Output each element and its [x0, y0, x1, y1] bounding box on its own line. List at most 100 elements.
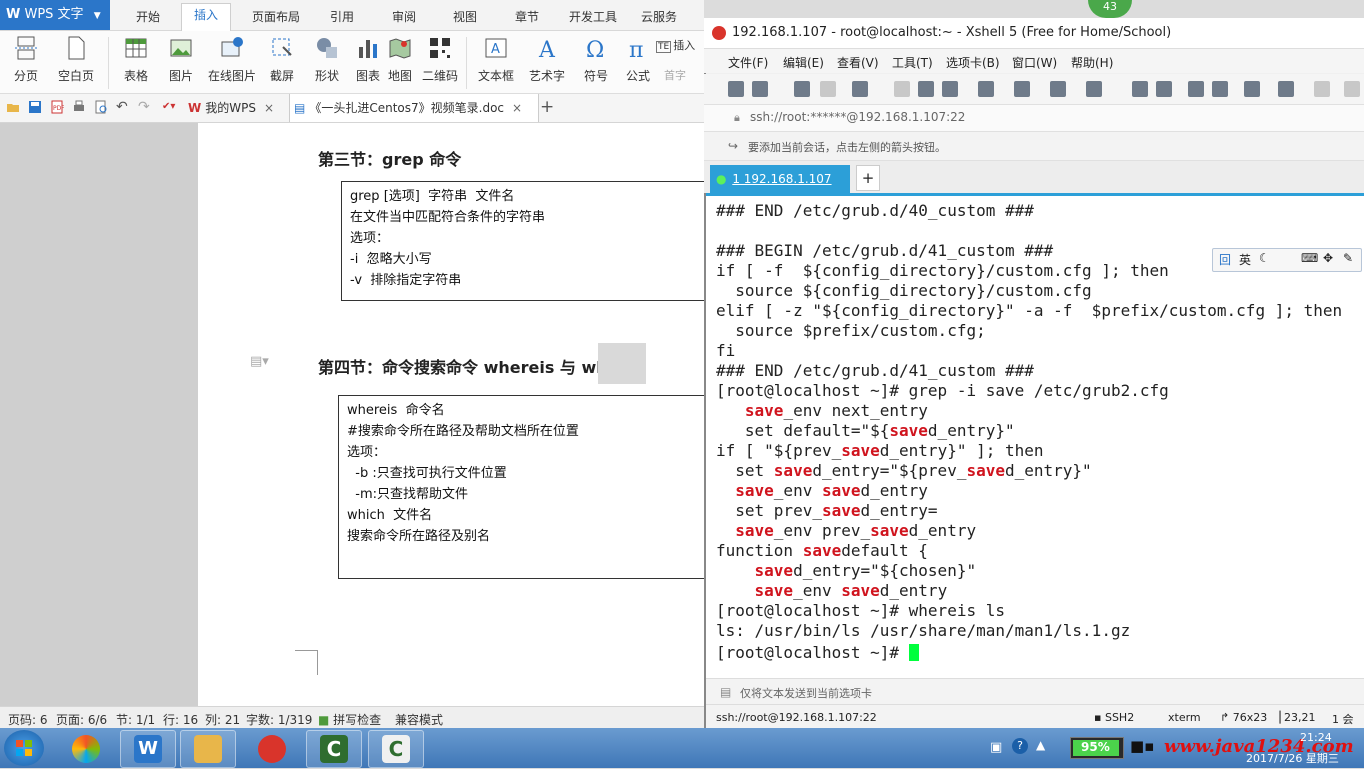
status-words[interactable]: 字数: 1/319: [246, 711, 312, 728]
taskbar-camtasia-1[interactable]: C: [306, 730, 362, 768]
tab-chapter[interactable]: 章节: [515, 8, 539, 25]
wordart-button[interactable]: A 艺术字: [521, 35, 573, 84]
tab-developer[interactable]: 开发工具: [569, 8, 617, 25]
transfer-icon[interactable]: [1014, 81, 1030, 97]
doc-tab-centos7[interactable]: ▤ 《一头扎进Centos7》视频笔录.doc ×: [289, 94, 539, 122]
menu-tabs[interactable]: 选项卡(B): [946, 54, 1000, 71]
blank-page-button[interactable]: 空白页: [50, 35, 102, 84]
taskbar-wps[interactable]: W: [120, 730, 176, 768]
customize-icon[interactable]: ✔▾: [162, 100, 176, 114]
add-icon[interactable]: [1278, 81, 1294, 97]
new-tab-button[interactable]: +: [540, 97, 554, 117]
notification-badge[interactable]: 43: [1088, 0, 1132, 18]
add-tab-button[interactable]: +: [856, 165, 880, 191]
qrcode-button[interactable]: 二维码: [414, 35, 466, 84]
globe-icon[interactable]: [1050, 81, 1066, 97]
send-bar[interactable]: ▤ 仅将文本发送到当前选项卡: [706, 678, 1364, 705]
lock-icon[interactable]: [1212, 81, 1228, 97]
document-icon: ▤: [294, 101, 306, 115]
session-tab[interactable]: ● 1 192.168.1.107 ×: [710, 165, 850, 214]
section3-textbox[interactable]: grep [选项] 字符串 文件名 在文件当中匹配符合条件的字符串 选项： -i…: [341, 181, 711, 301]
paragraph-marker-icon[interactable]: ▤▾: [250, 354, 269, 369]
section4-textbox[interactable]: whereis 命令名 #搜索命令所在路径及帮助文档所在位置 选项： -b :只…: [338, 395, 718, 579]
help-icon[interactable]: ?: [1012, 738, 1028, 754]
moon-icon[interactable]: ☾: [1259, 251, 1270, 265]
open-icon[interactable]: [752, 81, 768, 97]
open-folder-icon[interactable]: [6, 100, 20, 114]
wrench-icon[interactable]: ✎: [1343, 251, 1353, 265]
layout-icon[interactable]: [1314, 81, 1330, 97]
print-icon[interactable]: [72, 100, 86, 114]
menu-window[interactable]: 窗口(W): [1012, 54, 1057, 71]
spell-check-toggle[interactable]: ■ 拼写检查: [318, 711, 381, 728]
xshell-titlebar[interactable]: 192.168.1.107 - root@localhost:~ - Xshel…: [704, 18, 1364, 49]
reconnect-icon[interactable]: [794, 81, 810, 97]
menu-view[interactable]: 查看(V): [837, 54, 879, 71]
close-icon[interactable]: ×: [264, 101, 274, 115]
properties-icon[interactable]: [852, 81, 868, 97]
ime-mode-label[interactable]: 英: [1239, 251, 1251, 268]
export-pdf-icon[interactable]: PDF: [50, 100, 64, 114]
status-page-code[interactable]: 页码: 6: [8, 711, 48, 728]
more-icon[interactable]: [1344, 81, 1360, 97]
battery-percent: 95%: [1081, 740, 1110, 754]
menu-help[interactable]: 帮助(H): [1071, 54, 1113, 71]
tab-view[interactable]: 视图: [453, 8, 477, 25]
print-preview-icon[interactable]: [94, 100, 108, 114]
power-plug-icon[interactable]: ■▪: [1130, 737, 1154, 755]
wps-app-menu[interactable]: W WPS 文字 ▼: [0, 0, 110, 30]
picture-button[interactable]: 图片: [155, 35, 207, 84]
taskbar-browser[interactable]: [58, 730, 114, 768]
find-icon[interactable]: [942, 81, 958, 97]
xftp-icon[interactable]: [1132, 81, 1148, 97]
tab-references[interactable]: 引用: [330, 8, 354, 25]
insert-more-button[interactable]: TE 插入: [656, 37, 695, 53]
textbox-button[interactable]: A 文本框: [470, 35, 522, 84]
paste-icon[interactable]: [918, 81, 934, 97]
taskbar-camtasia-2[interactable]: C: [368, 730, 424, 768]
keyboard-icon[interactable]: [1244, 81, 1260, 97]
tray-expand-icon[interactable]: ▲: [1036, 738, 1045, 752]
battery-indicator[interactable]: 95%: [1070, 737, 1124, 759]
start-button[interactable]: [4, 730, 44, 766]
taskbar-explorer[interactable]: [180, 730, 236, 768]
print-icon[interactable]: [978, 81, 994, 97]
redo-icon[interactable]: ↷: [138, 100, 152, 114]
dropcap-button[interactable]: 首字: [664, 67, 686, 83]
menu-tools[interactable]: 工具(T): [892, 54, 933, 71]
status-pages[interactable]: 页面: 6/6: [56, 711, 107, 728]
tab-page-layout[interactable]: 页面布局: [252, 8, 300, 25]
doc-tab-mywps[interactable]: W 我的WPS ×: [188, 94, 288, 122]
disconnect-icon[interactable]: [820, 81, 836, 97]
taskbar-xshell[interactable]: [244, 730, 300, 768]
page-break-button[interactable]: 分页: [0, 35, 52, 84]
new-session-icon[interactable]: [728, 81, 744, 97]
copy-icon[interactable]: [894, 81, 910, 97]
arrow-icon[interactable]: ↪: [728, 139, 738, 153]
clock-date[interactable]: 2017/7/26 星期三: [1246, 750, 1339, 766]
fullscreen-icon[interactable]: [1188, 81, 1204, 97]
save-icon[interactable]: [28, 100, 42, 114]
font-icon[interactable]: [1086, 81, 1102, 97]
undo-icon[interactable]: ↶: [116, 100, 130, 114]
tray-window-icon[interactable]: ▣: [990, 740, 1002, 755]
tab-home[interactable]: 开始: [136, 8, 160, 25]
tab-cloud[interactable]: 云服务: [641, 8, 677, 25]
tab-review[interactable]: 审阅: [392, 8, 416, 25]
clock-time[interactable]: 21:24: [1300, 731, 1332, 744]
tools-icon[interactable]: ✥: [1323, 251, 1333, 265]
doc-tab-label: 《一头扎进Centos7》视频笔录.doc: [309, 101, 505, 115]
keyboard-icon[interactable]: ⌨: [1301, 251, 1318, 265]
menu-edit[interactable]: 编辑(E): [783, 54, 824, 71]
section3-heading: 第三节：grep 命令: [318, 150, 462, 169]
text-line: whereis 命令名: [347, 403, 445, 418]
xmanager-icon[interactable]: [1156, 81, 1172, 97]
tab-insert[interactable]: 插入: [181, 3, 232, 31]
close-icon[interactable]: ×: [512, 101, 522, 115]
menu-file[interactable]: 文件(F): [728, 54, 768, 71]
document-page[interactable]: 第三节：grep 命令 grep [选项] 字符串 文件名 在文件当中匹配符合条…: [198, 123, 718, 706]
online-picture-button[interactable]: 在线图片: [206, 35, 258, 84]
ime-toolbar[interactable]: 回 英 ☾ ⌨ ✥ ✎: [1212, 248, 1362, 272]
terminal-line: set default="${saved_entry}": [716, 421, 1015, 441]
address-bar[interactable]: 🔒︎ ssh://root:******@192.168.1.107:22: [704, 105, 1364, 132]
